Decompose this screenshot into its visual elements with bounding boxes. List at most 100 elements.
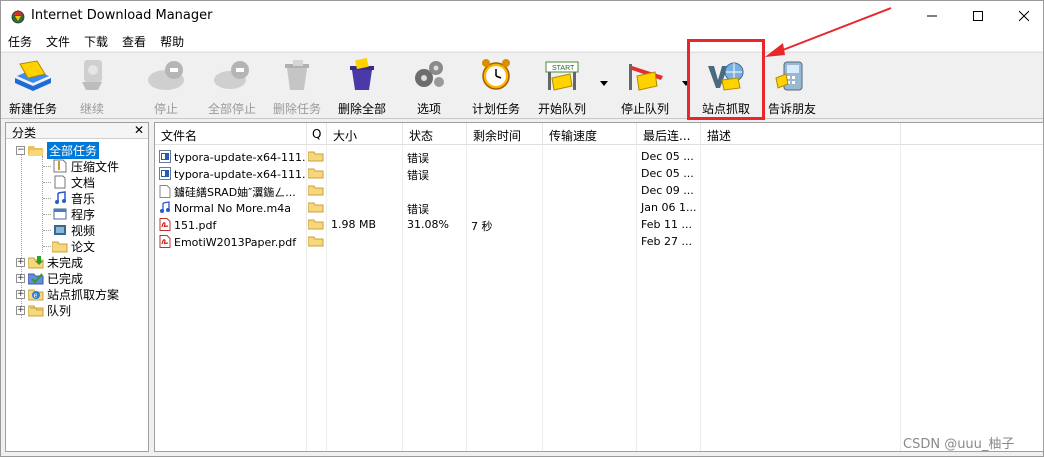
close-window-button[interactable] [1001,1,1044,31]
menu-view[interactable]: 查看 [115,31,153,51]
options-label: 选项 [416,102,441,116]
expand-toggle[interactable]: + [16,273,25,283]
tree-item-archives[interactable]: 压缩文件 [52,158,119,174]
resume-button[interactable]: 继续 [69,55,115,117]
tree-item-queues[interactable]: + 队列 [16,302,71,318]
table-row[interactable]: 鐪硅繕SRAD妯″瀷鍦ㄥ... Dec 09 ... [155,182,1043,199]
tree-item-documents[interactable]: 文档 [52,174,95,190]
menu-file[interactable]: 文件 [39,31,77,51]
expand-toggle[interactable]: + [16,305,25,315]
idm-window: Internet Download Manager 任务 文件 下载 查看 帮助… [0,0,1044,457]
file-name: Normal No More.m4a [174,202,291,215]
column-queue[interactable]: Q [307,123,327,145]
file-name: 鐪硅繕SRAD妯″瀷鍦ㄥ... [174,186,296,199]
options-button[interactable]: 选项 [406,55,452,117]
file-name: 151.pdf [174,219,217,232]
menu-task[interactable]: 任务 [1,31,39,51]
tell-friend-label: 告诉朋友 [767,102,816,116]
tree-item-unfinished[interactable]: + 未完成 [16,254,83,270]
tree-item-music[interactable]: 音乐 [52,190,95,206]
cell-remaining [467,148,543,165]
tree-item-all-tasks[interactable]: − 全部任务 [16,141,100,159]
queue-folder-icon [307,151,324,162]
download-list: 文件名 Q 大小 状态 剩余时间 传输速度 最后连... 描述 typora-u… [154,122,1044,452]
menu-download[interactable]: 下载 [77,31,115,51]
table-row[interactable]: EmotiW2013Paper.pdf Feb 27 ... [155,233,1043,250]
delete-task-button[interactable]: 删除任务 [269,55,325,117]
collapse-toggle[interactable]: − [16,145,25,155]
delete-all-button[interactable]: 删除全部 [334,55,390,117]
cell-status: 31.08% [403,216,467,233]
start-queue-dropdown-icon[interactable] [600,81,608,87]
column-last-try[interactable]: 最后连... [637,123,701,145]
category-panel-header: 分类 ✕ [6,123,148,140]
tree-item-finished[interactable]: + 已完成 [16,270,83,286]
cell-status: 错误 [403,165,467,182]
installer-file-icon [159,167,171,180]
cell-size: 1.98 MB [327,216,403,233]
tree-label-unfinished: 未完成 [47,255,84,270]
cell-status [403,182,467,199]
tree-label-all-tasks: 全部任务 [47,141,100,159]
table-row[interactable]: typora-update-x64-111... 错误 Dec 05 ... [155,148,1043,165]
tell-friend-button[interactable]: 告诉朋友 [763,55,821,117]
cell-size [327,233,403,250]
cell-desc [701,182,901,199]
scheduler-button[interactable]: 计划任务 [468,55,524,117]
table-row[interactable]: Normal No More.m4a 错误 Jan 06 1... [155,199,1043,216]
unfinished-folder-icon [28,256,44,269]
tree-label-papers: 论文 [71,239,96,254]
maximize-button[interactable] [955,1,1001,31]
cell-speed [543,165,637,182]
archive-icon [53,159,67,173]
tree-item-papers[interactable]: 论文 [52,238,95,254]
pdf-file-icon [159,218,171,231]
column-remaining[interactable]: 剩余时间 [467,123,543,145]
column-filename[interactable]: 文件名 [155,123,307,145]
minimize-button[interactable] [909,1,955,31]
delete-task-label: 删除任务 [272,102,321,116]
stop-queue-button[interactable]: 停止队列 [617,55,673,117]
cell-remaining [467,182,543,199]
category-panel-title: 分类 [12,126,37,140]
cell-desc [701,233,901,250]
alarm-clock-icon [482,58,510,90]
tree-item-videos[interactable]: 视频 [52,222,95,238]
film-icon [54,225,66,235]
stop-all-button[interactable]: 全部停止 [204,55,260,117]
table-row[interactable]: 151.pdf 1.98 MB 31.08% 7 秒 Feb 11 ... [155,216,1043,233]
cell-desc [701,165,901,182]
tree-item-programs[interactable]: 程序 [52,206,95,222]
menu-help[interactable]: 帮助 [153,31,191,51]
tree-item-grabber-projects[interactable]: + e 站点抓取方案 [16,286,119,302]
cell-last: Feb 11 ... [637,216,701,233]
cell-name: Normal No More.m4a [155,199,307,216]
finished-folder-icon [28,273,44,285]
cell-speed [543,199,637,216]
cell-q [307,216,327,233]
close-icon [1019,11,1029,21]
resume-icon [82,59,102,90]
svg-text:START: START [552,65,575,72]
table-row[interactable]: typora-update-x64-111... 错误 Dec 05 ... [155,165,1043,182]
stop-icon [148,60,184,90]
cell-size [327,199,403,216]
column-size[interactable]: 大小 [327,123,403,145]
start-queue-button[interactable]: START 开始队列 [534,55,590,117]
resume-label: 继续 [79,102,104,116]
file-name: EmotiW2013Paper.pdf [174,236,297,249]
stop-button[interactable]: 停止 [139,55,193,117]
new-task-button[interactable]: 新建任务 [4,55,62,117]
file-name: typora-update-x64-111... [174,168,307,181]
column-speed[interactable]: 传输速度 [543,123,637,145]
music-file-icon [160,201,170,213]
cell-status: 错误 [403,148,467,165]
music-note-icon [55,191,66,204]
cell-remaining: 7 秒 [467,216,543,233]
expand-toggle[interactable]: + [16,257,25,267]
close-category-panel-button[interactable]: ✕ [134,123,144,137]
column-description[interactable]: 描述 [701,123,901,145]
expand-toggle[interactable]: + [16,289,25,299]
cell-q [307,233,327,250]
column-status[interactable]: 状态 [403,123,467,145]
